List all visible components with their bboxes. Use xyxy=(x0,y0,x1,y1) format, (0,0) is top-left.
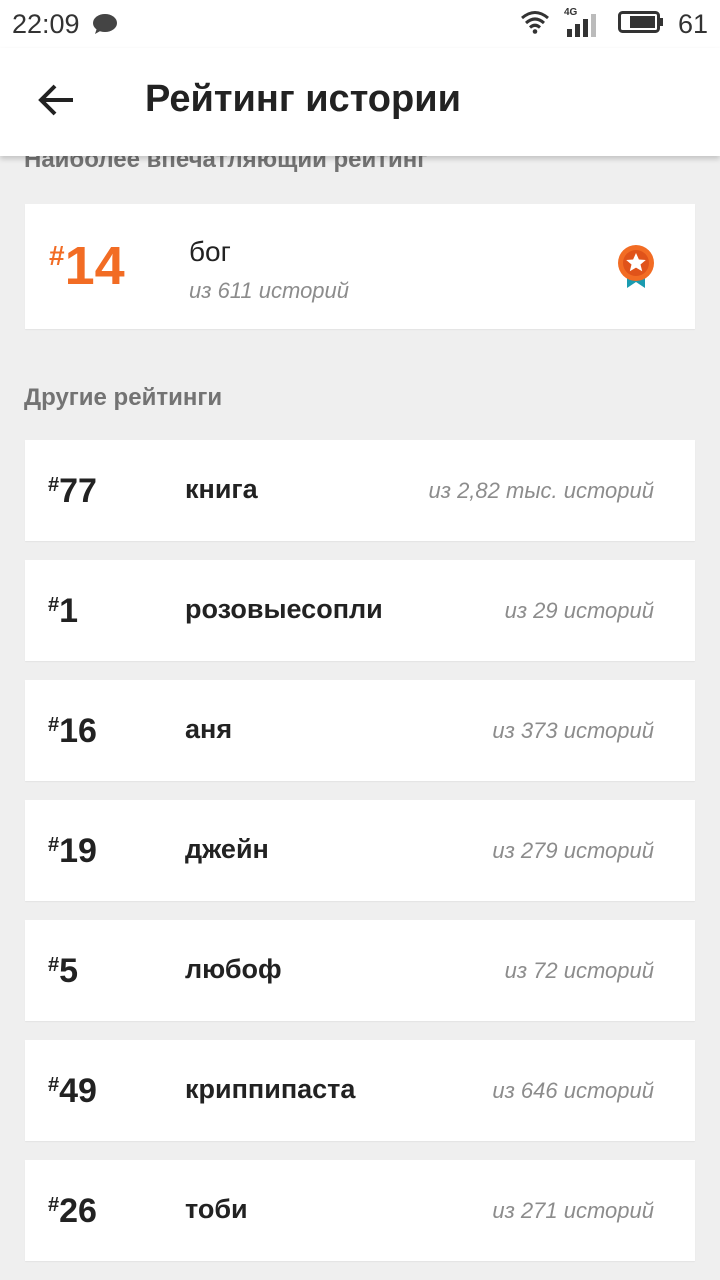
rating-row[interactable]: #1 розовыесопли из 29 историй xyxy=(25,560,695,661)
rating-tag: криппипаста xyxy=(185,1074,356,1104)
rating-rank-hash: # xyxy=(48,954,60,976)
rating-story-count: из 646 историй xyxy=(492,1078,654,1103)
rating-story-count: из 271 историй xyxy=(492,1198,654,1223)
featured-story-count: из 611 историй xyxy=(189,278,350,303)
status-time: 22:09 xyxy=(12,8,80,39)
app-bar: Рейтинг истории xyxy=(0,48,720,156)
rating-rank-number: 19 xyxy=(59,832,97,870)
chat-bubble-icon xyxy=(92,13,118,35)
rating-row[interactable]: #77 книга из 2,82 тыс. историй xyxy=(25,440,695,541)
arrow-left-icon xyxy=(37,83,75,122)
rating-rank-number: 26 xyxy=(59,1192,97,1230)
rating-story-count: из 2,82 тыс. историй xyxy=(428,478,655,503)
rating-story-count: из 29 историй xyxy=(504,598,654,623)
rating-row[interactable]: #5 любоф из 72 историй xyxy=(25,920,695,1021)
battery-level: 61 xyxy=(677,8,708,39)
rating-rank-hash: # xyxy=(48,714,60,736)
signal-icon: 4G xyxy=(564,7,604,37)
medal-star-icon xyxy=(617,244,655,295)
other-ratings-section-title: Другие рейтинги xyxy=(24,384,223,411)
page-title: Рейтинг истории xyxy=(145,78,461,120)
rating-tag: любоф xyxy=(185,954,282,984)
rating-story-count: из 72 историй xyxy=(504,958,654,983)
rating-rank-number: 77 xyxy=(59,472,97,510)
featured-rank: #14 xyxy=(49,238,125,294)
rating-rank-number: 1 xyxy=(59,592,79,630)
back-button[interactable] xyxy=(26,76,86,128)
rating-rank: #19 xyxy=(48,832,97,870)
rating-rank-number: 16 xyxy=(59,712,97,750)
featured-rank-number: 14 xyxy=(64,236,125,296)
rating-tag: аня xyxy=(185,714,233,744)
rating-rank: #16 xyxy=(48,712,97,750)
rating-story-count: из 279 историй xyxy=(492,838,654,863)
rating-rank-hash: # xyxy=(48,1074,60,1096)
featured-rank-hash: # xyxy=(49,240,65,271)
rating-row[interactable]: #26 тоби из 271 историй xyxy=(25,1160,695,1261)
rating-row[interactable]: #49 криппипаста из 646 историй xyxy=(25,1040,695,1141)
rating-rank: #1 xyxy=(48,592,78,630)
rating-rank-hash: # xyxy=(48,594,60,616)
rating-rank-number: 49 xyxy=(59,1072,97,1110)
rating-rank-hash: # xyxy=(48,1194,60,1216)
rating-rank-number: 5 xyxy=(59,952,79,990)
status-bar: 22:09 4G 61 xyxy=(0,0,720,48)
rating-tag: розовыесопли xyxy=(185,594,383,624)
rating-row[interactable]: #19 джейн из 279 историй xyxy=(25,800,695,901)
rating-row[interactable]: #16 аня из 373 историй xyxy=(25,680,695,781)
rating-rank-hash: # xyxy=(48,474,60,496)
wifi-icon xyxy=(520,10,550,39)
rating-rank: #49 xyxy=(48,1072,97,1110)
rating-story-count: из 373 историй xyxy=(492,718,654,743)
rating-rank: #26 xyxy=(48,1192,97,1230)
status-icons: 4G 61 xyxy=(520,7,708,40)
rating-rank: #77 xyxy=(48,472,97,510)
rating-rank: #5 xyxy=(48,952,78,990)
featured-tag: бог xyxy=(189,236,231,267)
rating-tag: джейн xyxy=(185,834,269,864)
rating-tag: книга xyxy=(185,474,258,504)
rating-tag: тоби xyxy=(185,1194,248,1224)
featured-rating-card[interactable]: #14 бог из 611 историй xyxy=(25,204,695,329)
battery-icon xyxy=(617,10,664,39)
rating-rank-hash: # xyxy=(48,834,60,856)
